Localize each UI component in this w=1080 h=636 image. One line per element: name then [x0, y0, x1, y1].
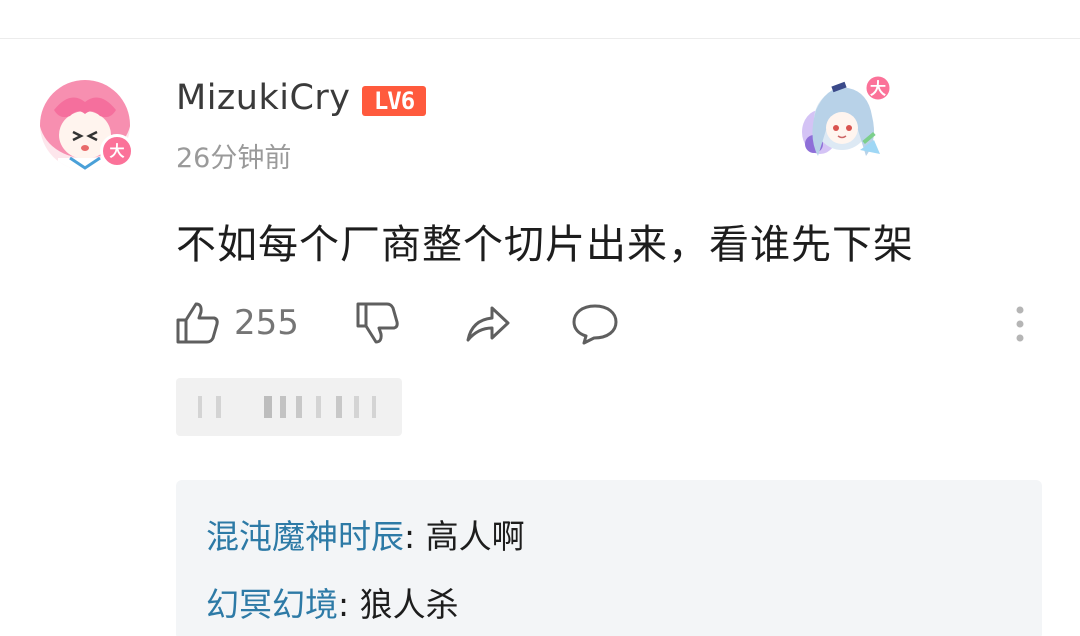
redacted-area: [176, 378, 402, 436]
comment-icon: [572, 304, 618, 345]
comment-page: 大 MizukiCry LV6 26分钟前 大 不如每个厂商整个切片出来，看谁先…: [0, 0, 1080, 636]
reply-item[interactable]: 混沌魔神时辰: 高人啊: [206, 510, 525, 558]
reply-author[interactable]: 幻冥幻境: [206, 585, 338, 624]
more-button[interactable]: [1010, 304, 1030, 344]
like-count: 255: [234, 303, 299, 343]
redacted-mark: [354, 396, 359, 418]
reply-item[interactable]: 幻冥幻境: 狼人杀: [206, 578, 459, 626]
comment-action-bar: 255: [174, 300, 1034, 350]
redacted-mark: [280, 396, 286, 418]
redacted-mark: [198, 396, 202, 418]
thumb-down-icon: [356, 302, 399, 344]
reply-text: 高人啊: [425, 517, 525, 556]
share-icon: [466, 306, 510, 342]
redacted-mark: [316, 396, 321, 418]
reply-button[interactable]: [570, 300, 620, 346]
reply-author[interactable]: 混沌魔神时辰: [206, 517, 404, 556]
reply-separator: :: [338, 585, 360, 624]
reply-separator: :: [404, 517, 426, 556]
comment-text: 不如每个厂商整个切片出来，看谁先下架: [176, 222, 914, 268]
thumb-up-icon: [176, 302, 219, 344]
redacted-mark: [372, 396, 376, 418]
level-badge: LV6: [362, 86, 426, 116]
user-avatar[interactable]: 大: [40, 80, 134, 170]
garb-badge: 大: [870, 79, 886, 98]
comment-timestamp: 26分钟前: [176, 143, 292, 174]
redacted-mark: [216, 396, 221, 418]
reply-preview-panel[interactable]: 混沌魔神时辰: 高人啊 幻冥幻境: 狼人杀: [176, 480, 1042, 636]
username[interactable]: MizukiCry: [176, 78, 351, 118]
white-hair-anime-girl-decoration-icon: 大: [802, 73, 893, 156]
redacted-mark: [296, 396, 302, 418]
like-button[interactable]: 255: [174, 300, 299, 346]
decoration-card[interactable]: 大: [792, 70, 902, 170]
reply-text: 狼人杀: [359, 585, 459, 624]
dislike-button[interactable]: [354, 300, 400, 346]
vip-badge: 大: [100, 134, 134, 168]
redacted-mark: [336, 396, 342, 418]
redacted-mark: [264, 396, 272, 418]
more-vertical-icon: [1016, 306, 1024, 342]
share-button[interactable]: [464, 300, 512, 346]
top-divider: [0, 38, 1080, 39]
